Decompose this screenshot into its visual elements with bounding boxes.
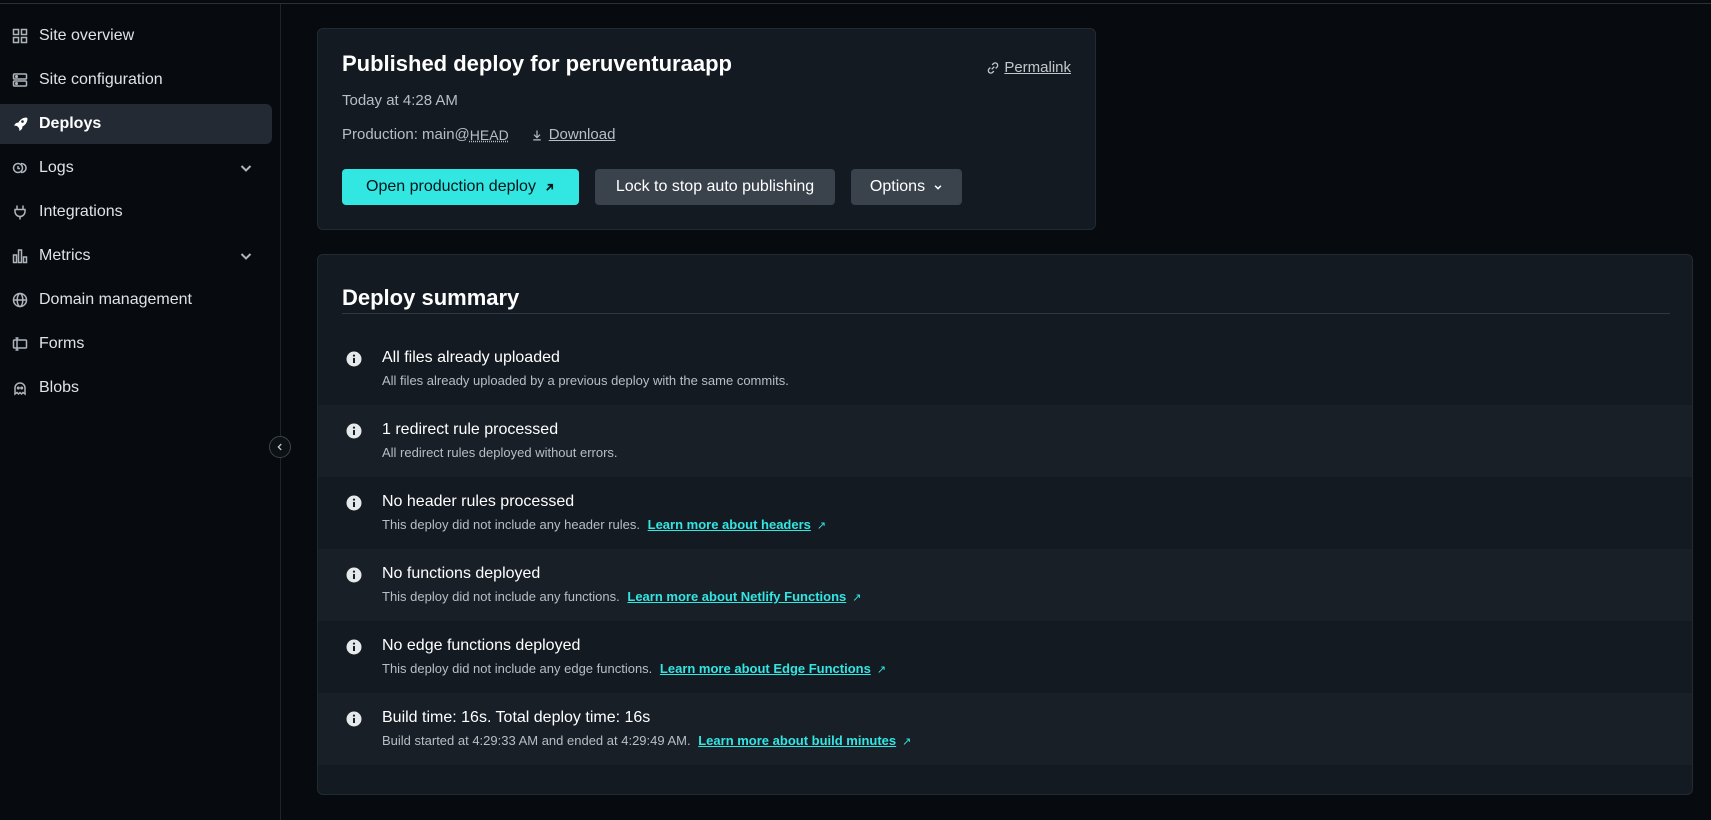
info-icon — [346, 351, 362, 367]
summary-row-title: No edge functions deployed — [382, 637, 581, 654]
sidebar-item-label: Site overview — [39, 27, 135, 44]
rocket-icon — [12, 116, 28, 132]
sidebar-item-label: Domain management — [39, 291, 192, 308]
open-production-deploy-label: Open production deploy — [366, 178, 536, 195]
summary-row-description: This deploy did not include any edge fun… — [382, 661, 886, 676]
learn-more-edge-functions-link[interactable]: Learn more about Edge Functions — [660, 661, 871, 676]
summary-row: 1 redirect rule processed All redirect r… — [318, 405, 1692, 477]
external-link-icon: ↗ — [852, 592, 862, 604]
chevron-down-icon — [238, 160, 254, 176]
deploy-summary-card: Deploy summary All files already uploade… — [317, 254, 1693, 795]
summary-row: No edge functions deployed This deploy d… — [318, 621, 1692, 693]
summary-row-title: No functions deployed — [382, 565, 541, 582]
sidebar: Site overview Site configuration Deploys… — [0, 4, 281, 820]
options-dropdown-button[interactable]: Options — [851, 169, 962, 205]
external-link-icon — [546, 183, 554, 191]
chevron-down-icon — [934, 185, 942, 190]
learn-more-build-minutes-link[interactable]: Learn more about build minutes — [698, 733, 896, 748]
download-icon — [532, 130, 541, 140]
summary-row-title: Build time: 16s. Total deploy time: 16s — [382, 709, 651, 726]
summary-row-description: All redirect rules deployed without erro… — [382, 445, 618, 460]
chevron-left-icon — [277, 443, 282, 451]
info-icon — [346, 423, 362, 439]
open-production-deploy-button[interactable]: Open production deploy — [342, 169, 579, 205]
summary-row-description: This deploy did not include any header r… — [382, 517, 826, 532]
sidebar-item-metrics[interactable]: Metrics — [0, 236, 272, 276]
summary-row-description: All files already uploaded by a previous… — [382, 373, 789, 388]
learn-more-functions-link[interactable]: Learn more about Netlify Functions — [627, 589, 846, 604]
external-link-icon: ↗ — [876, 664, 887, 676]
sidebar-item-label: Blobs — [39, 379, 80, 396]
sidebar-item-label: Logs — [39, 159, 74, 176]
summary-row-description-text: All files already uploaded by a previous… — [382, 373, 789, 388]
summary-row-description-text: This deploy did not include any header r… — [382, 517, 640, 532]
summary-row-description-text: This deploy did not include any edge fun… — [382, 661, 653, 676]
sidebar-item-site-configuration[interactable]: Site configuration — [0, 60, 272, 100]
production-prefix: Production: main@ — [342, 126, 470, 143]
collapse-sidebar-button[interactable] — [269, 436, 291, 458]
sidebar-item-domain-management[interactable]: Domain management — [0, 280, 272, 320]
summary-row: All files already uploaded All files alr… — [318, 333, 1692, 405]
sidebar-item-deploys[interactable]: Deploys — [0, 104, 272, 144]
production-branch: Production: main@ HEAD Download — [342, 126, 615, 143]
summary-row-title: 1 redirect rule processed — [382, 421, 559, 438]
sidebar-item-site-overview[interactable]: Site overview — [0, 16, 272, 56]
summary-row-description-text: Build started at 4:29:33 AM and ended at… — [382, 733, 691, 748]
deploy-title: Published deploy for peruventuraapp — [342, 51, 732, 76]
download-link[interactable]: Download — [531, 126, 616, 143]
divider — [342, 313, 1670, 314]
info-icon — [346, 639, 362, 655]
learn-more-headers-link[interactable]: Learn more about headers — [648, 517, 811, 532]
summary-row: No functions deployed This deploy did no… — [318, 549, 1692, 621]
download-label: Download — [548, 126, 616, 143]
lock-auto-publishing-label: Lock to stop auto publishing — [615, 178, 815, 195]
sidebar-item-blobs[interactable]: Blobs — [0, 368, 272, 408]
server-icon — [12, 72, 28, 88]
summary-row-title: All files already uploaded — [382, 349, 560, 366]
sidebar-item-label: Forms — [39, 335, 85, 352]
grid-icon — [12, 28, 28, 44]
summary-row-title: No header rules processed — [382, 493, 575, 510]
bar-chart-icon — [12, 248, 28, 264]
published-deploy-card: Published deploy for peruventuraapp Perm… — [317, 28, 1096, 230]
lock-auto-publishing-button[interactable]: Lock to stop auto publishing — [595, 169, 835, 205]
sidebar-item-label: Integrations — [39, 203, 123, 220]
link-icon — [988, 61, 999, 74]
globe-icon — [12, 292, 28, 308]
sidebar-item-label: Deploys — [39, 115, 102, 132]
info-icon — [346, 711, 362, 727]
plug-icon — [12, 204, 28, 220]
summary-row-description-text: This deploy did not include any function… — [382, 589, 620, 604]
options-label: Options — [869, 178, 926, 195]
forms-icon — [12, 336, 28, 352]
external-link-icon: ↗ — [902, 736, 912, 748]
permalink-label: Permalink — [1004, 59, 1071, 76]
info-icon — [346, 495, 362, 511]
summary-row: Build time: 16s. Total deploy time: 16s … — [318, 693, 1692, 765]
sidebar-item-label: Site configuration — [39, 71, 163, 88]
deploy-summary-title: Deploy summary — [342, 285, 520, 310]
sidebar-item-logs[interactable]: Logs — [0, 148, 272, 188]
info-icon — [346, 567, 362, 583]
deploy-timestamp: Today at 4:28 AM — [342, 92, 458, 109]
blob-icon — [12, 380, 28, 396]
sidebar-item-label: Metrics — [39, 247, 91, 264]
sidebar-item-integrations[interactable]: Integrations — [0, 192, 272, 232]
sidebar-item-forms[interactable]: Forms — [0, 324, 272, 364]
summary-row-description: Build started at 4:29:33 AM and ended at… — [382, 733, 911, 748]
commit-ref-link[interactable]: HEAD — [470, 127, 509, 143]
summary-row: No header rules processed This deploy di… — [318, 477, 1692, 549]
chevron-down-icon — [238, 248, 254, 264]
logs-icon — [12, 160, 28, 176]
external-link-icon: ↗ — [816, 520, 827, 532]
summary-row-description-text: All redirect rules deployed without erro… — [382, 445, 618, 460]
permalink-link[interactable]: Permalink — [986, 59, 1071, 76]
summary-row-description: This deploy did not include any function… — [382, 589, 861, 604]
